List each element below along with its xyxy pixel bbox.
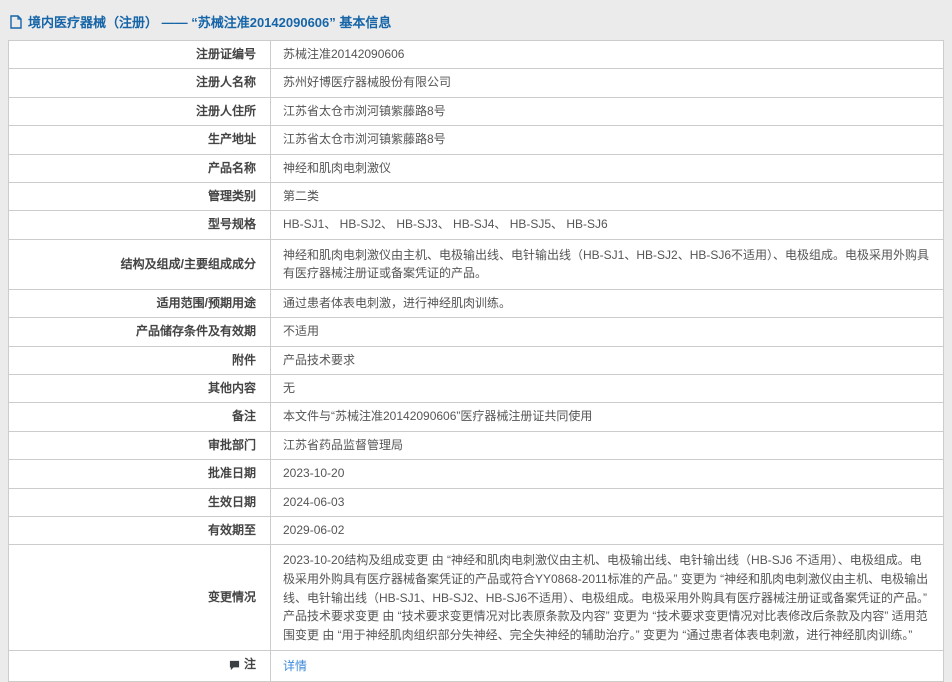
row-label: 变更情况 xyxy=(9,545,271,651)
table-row: 注册人名称 苏州好博医疗器械股份有限公司 xyxy=(9,69,944,97)
row-value: 产品技术要求 xyxy=(271,346,944,374)
table-row: 结构及组成/主要组成成分 神经和肌肉电刺激仪由主机、电极输出线、电针输出线（HB… xyxy=(9,239,944,289)
row-value: 神经和肌肉电刺激仪由主机、电极输出线、电针输出线（HB-SJ1、HB-SJ2、H… xyxy=(271,239,944,289)
row-label: 有效期至 xyxy=(9,517,271,545)
registration-info-table: 注册证编号 苏械注准20142090606 注册人名称 苏州好博医疗器械股份有限… xyxy=(8,40,944,682)
row-label: 生产地址 xyxy=(9,126,271,154)
page-title: 境内医疗器械（注册） —— “苏械注准20142090606” 基本信息 xyxy=(8,8,944,40)
row-label: 备注 xyxy=(9,403,271,431)
table-row: 审批部门 江苏省药品监督管理局 xyxy=(9,431,944,459)
row-value: 不适用 xyxy=(271,318,944,346)
table-row: 附件 产品技术要求 xyxy=(9,346,944,374)
table-row: 批准日期 2023-10-20 xyxy=(9,460,944,488)
row-label: 结构及组成/主要组成成分 xyxy=(9,239,271,289)
row-label: 注册人住所 xyxy=(9,97,271,125)
page: 境内医疗器械（注册） —— “苏械注准20142090606” 基本信息 注册证… xyxy=(0,0,952,667)
table-row: 注册人住所 江苏省太仓市浏河镇紫藤路8号 xyxy=(9,97,944,125)
row-label: 批准日期 xyxy=(9,460,271,488)
note-label-text: 注 xyxy=(244,656,256,673)
row-value: 2029-06-02 xyxy=(271,517,944,545)
row-label: 产品名称 xyxy=(9,154,271,182)
row-value: 本文件与“苏械注准20142090606”医疗器械注册证共同使用 xyxy=(271,403,944,431)
row-value: 2024-06-03 xyxy=(271,488,944,516)
row-value: 2023-10-20 xyxy=(271,460,944,488)
row-label: 注册人名称 xyxy=(9,69,271,97)
comment-icon xyxy=(229,660,240,671)
row-value: 无 xyxy=(271,375,944,403)
table-row: 注册证编号 苏械注准20142090606 xyxy=(9,41,944,69)
table-row: 型号规格 HB-SJ1、 HB-SJ2、 HB-SJ3、 HB-SJ4、 HB-… xyxy=(9,211,944,239)
row-value: HB-SJ1、 HB-SJ2、 HB-SJ3、 HB-SJ4、 HB-SJ5、 … xyxy=(271,211,944,239)
row-value: 江苏省太仓市浏河镇紫藤路8号 xyxy=(271,97,944,125)
document-icon xyxy=(10,15,22,29)
table-row: 适用范围/预期用途 通过患者体表电刺激，进行神经肌肉训练。 xyxy=(9,289,944,317)
row-label: 附件 xyxy=(9,346,271,374)
row-label: 适用范围/预期用途 xyxy=(9,289,271,317)
row-value: 神经和肌肉电刺激仪 xyxy=(271,154,944,182)
table-row: 其他内容 无 xyxy=(9,375,944,403)
row-label: 其他内容 xyxy=(9,375,271,403)
row-label: 管理类别 xyxy=(9,182,271,210)
row-label: 注 xyxy=(9,651,271,682)
row-label: 注册证编号 xyxy=(9,41,271,69)
table-row: 产品名称 神经和肌肉电刺激仪 xyxy=(9,154,944,182)
table-row-note: 注 详情 xyxy=(9,651,944,682)
details-link[interactable]: 详情 xyxy=(283,659,307,673)
table-row: 生效日期 2024-06-03 xyxy=(9,488,944,516)
row-value: 苏州好博医疗器械股份有限公司 xyxy=(271,69,944,97)
table-row: 有效期至 2029-06-02 xyxy=(9,517,944,545)
row-label: 生效日期 xyxy=(9,488,271,516)
row-value: 江苏省太仓市浏河镇紫藤路8号 xyxy=(271,126,944,154)
row-label: 产品储存条件及有效期 xyxy=(9,318,271,346)
row-value: 2023-10-20结构及组成变更 由 “神经和肌肉电刺激仪由主机、电极输出线、… xyxy=(271,545,944,651)
table-row: 变更情况 2023-10-20结构及组成变更 由 “神经和肌肉电刺激仪由主机、电… xyxy=(9,545,944,651)
page-title-text: 境内医疗器械（注册） —— “苏械注准20142090606” 基本信息 xyxy=(28,12,391,31)
table-row: 备注 本文件与“苏械注准20142090606”医疗器械注册证共同使用 xyxy=(9,403,944,431)
row-value: 详情 xyxy=(271,651,944,682)
row-value: 通过患者体表电刺激，进行神经肌肉训练。 xyxy=(271,289,944,317)
row-value: 第二类 xyxy=(271,182,944,210)
table-row: 产品储存条件及有效期 不适用 xyxy=(9,318,944,346)
row-value: 江苏省药品监督管理局 xyxy=(271,431,944,459)
row-label: 型号规格 xyxy=(9,211,271,239)
table-row: 生产地址 江苏省太仓市浏河镇紫藤路8号 xyxy=(9,126,944,154)
table-row: 管理类别 第二类 xyxy=(9,182,944,210)
row-value: 苏械注准20142090606 xyxy=(271,41,944,69)
row-label: 审批部门 xyxy=(9,431,271,459)
